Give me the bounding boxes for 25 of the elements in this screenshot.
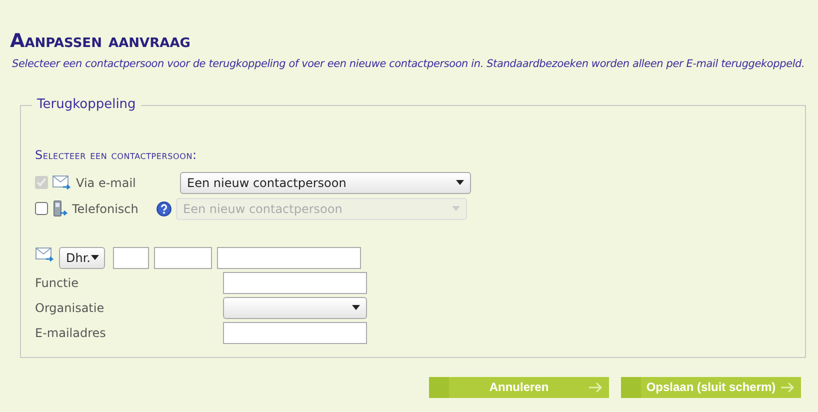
intro-text: Selecteer een contactpersoon voor de terugkoppeling of voer een nieuwe contactpersoon in. Standaardbezoeken worden alleen per E-mail teruggekoppeld.	[12, 56, 806, 72]
fieldset-legend: Terugkoppeling	[32, 96, 141, 114]
lastname-field[interactable]	[217, 246, 361, 269]
field-label: Organisatie	[35, 300, 106, 317]
help-icon[interactable]	[156, 200, 172, 217]
channel-label: Via e-mail	[76, 174, 137, 192]
mail-icon	[52, 174, 72, 191]
arrow-icon	[589, 382, 603, 393]
input-field[interactable]	[223, 272, 367, 294]
input-field[interactable]	[223, 322, 367, 344]
section-label: Selecteer een contactpersoon:	[35, 146, 198, 164]
field-label: Functie	[35, 274, 80, 292]
arrow-icon	[781, 382, 795, 393]
page-title: Aanpassen aanvraag	[10, 30, 192, 53]
field-label: E-mailadres	[35, 324, 107, 342]
checkbox[interactable]	[35, 202, 48, 216]
prefix-field[interactable]	[154, 246, 212, 269]
action-button[interactable]: Opslaan (sluit scherm)	[621, 376, 801, 398]
mail-icon	[35, 246, 55, 263]
channel-label: Telefonisch	[72, 200, 140, 218]
salutation-select[interactable]: Dhr.	[59, 246, 105, 269]
action-button[interactable]: Annuleren	[429, 376, 609, 398]
initials-field[interactable]	[113, 246, 149, 269]
phone-icon	[52, 200, 68, 218]
organisation-select[interactable]	[223, 296, 367, 319]
